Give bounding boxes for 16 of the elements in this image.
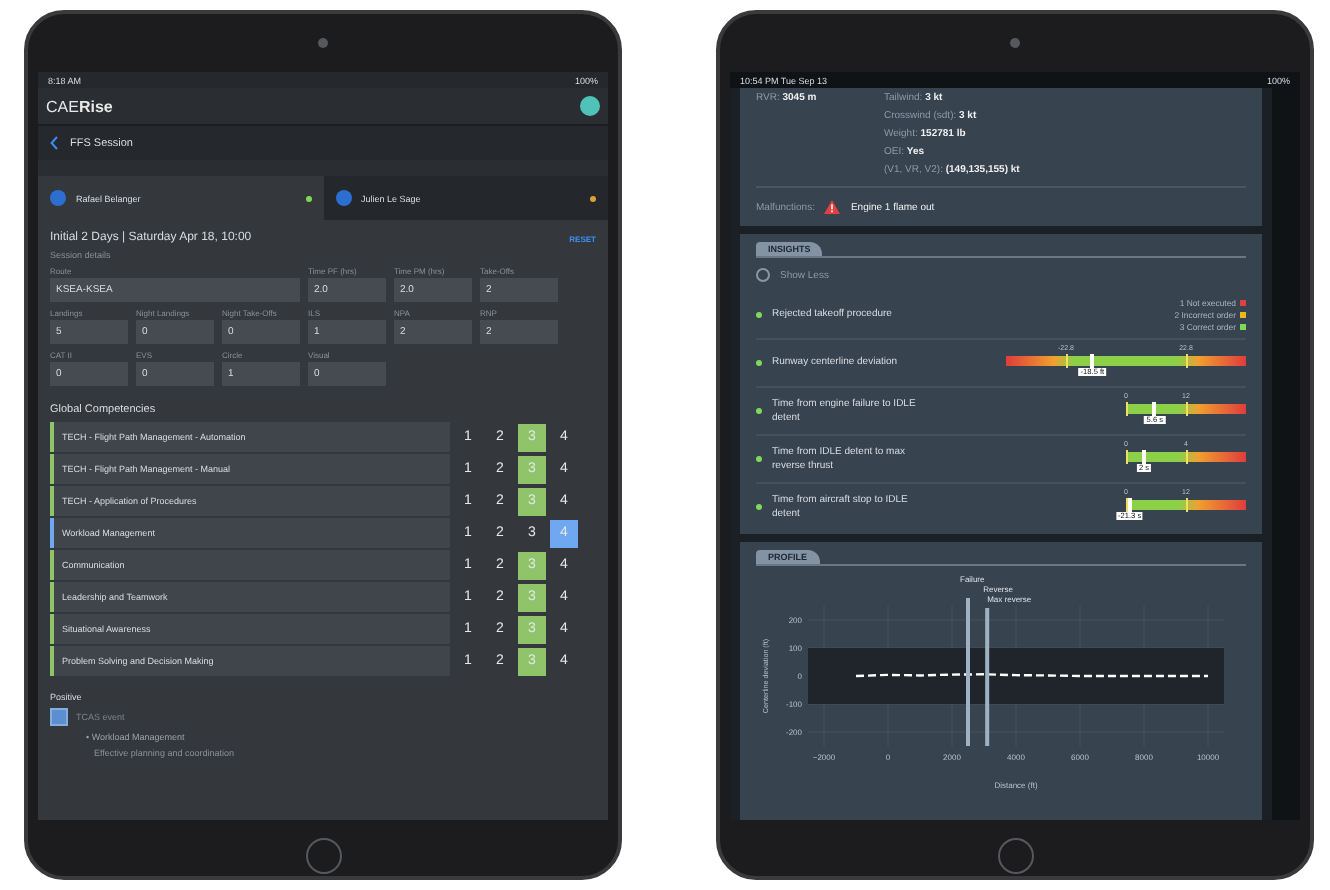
home-button[interactable] bbox=[997, 838, 1033, 874]
app-logo: CAERise bbox=[46, 97, 113, 115]
gauge-track bbox=[1126, 452, 1246, 462]
home-button[interactable] bbox=[305, 838, 341, 874]
back-icon[interactable] bbox=[50, 136, 58, 150]
camera-dot bbox=[1010, 38, 1020, 48]
camera-dot bbox=[318, 38, 328, 48]
gauge-track bbox=[1126, 404, 1246, 414]
avatar-circle[interactable] bbox=[580, 96, 600, 116]
user-icon bbox=[50, 190, 66, 206]
event-checkbox[interactable] bbox=[50, 708, 68, 726]
event-line bbox=[985, 608, 990, 746]
user-icon bbox=[335, 190, 351, 206]
warning-icon bbox=[824, 200, 841, 214]
gauge-track bbox=[1126, 500, 1246, 510]
collapse-icon[interactable] bbox=[756, 268, 770, 282]
